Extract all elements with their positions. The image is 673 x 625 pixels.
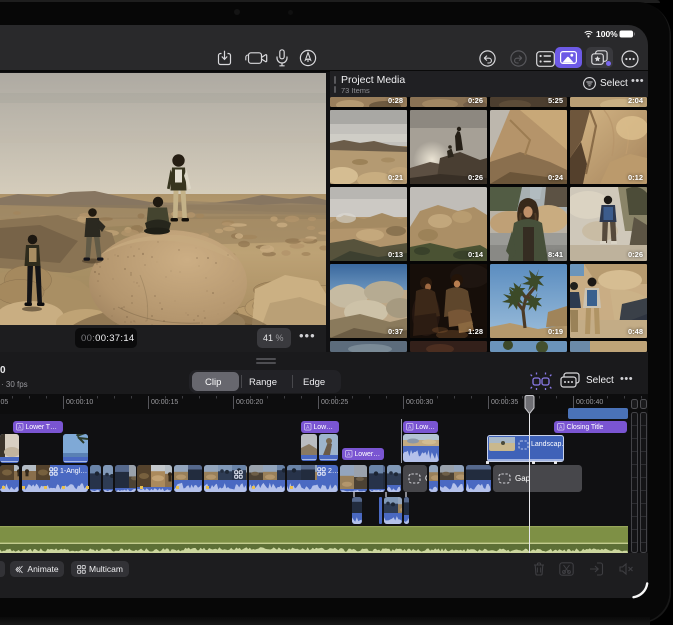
svg-text:A: A (559, 425, 563, 431)
svg-text:A: A (408, 425, 412, 431)
svg-text:A: A (347, 452, 351, 458)
svg-text:A: A (18, 425, 22, 431)
svg-text:A: A (306, 425, 310, 431)
